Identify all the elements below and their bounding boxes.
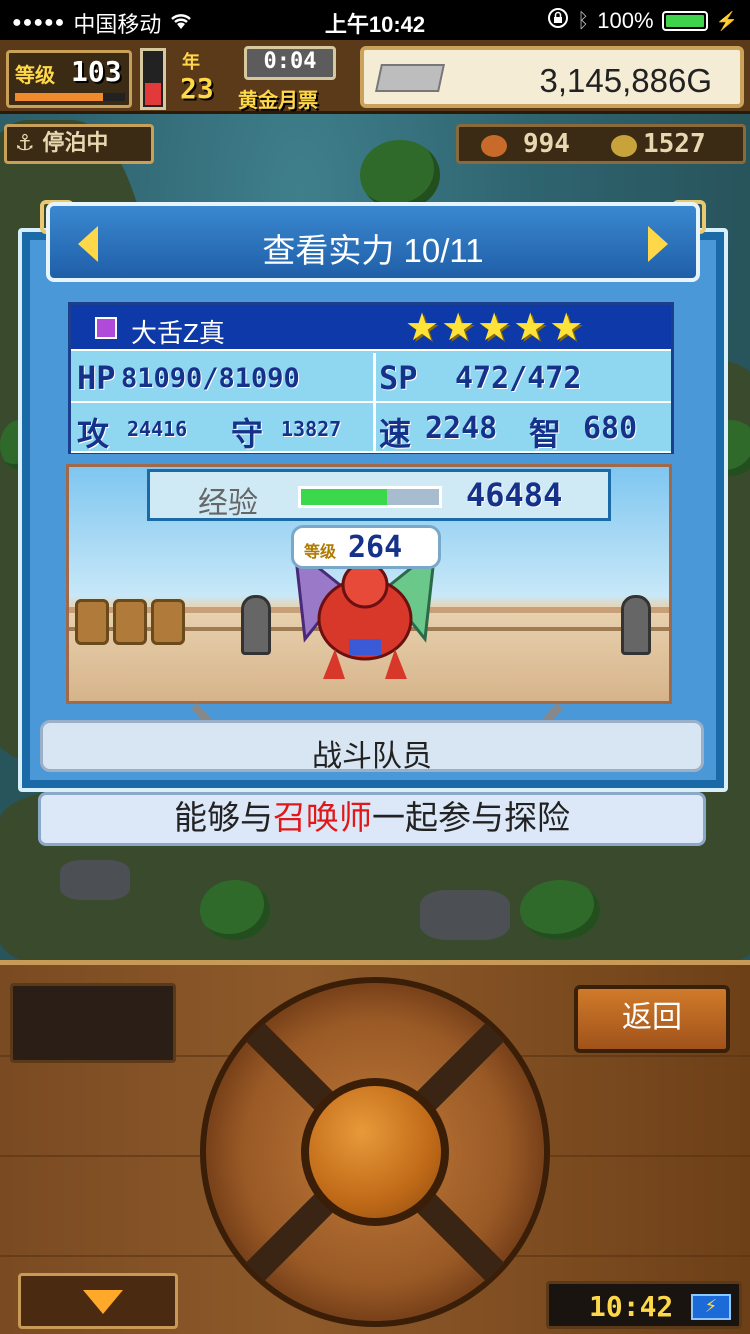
year-label: 年 xyxy=(182,52,200,73)
down-arrow-icon xyxy=(83,1290,123,1314)
game-clock: 0:04 xyxy=(244,46,336,80)
name-row: 大舌Z真 ★★★★★ xyxy=(71,305,671,351)
hp-label: HP xyxy=(77,359,116,397)
sp-label: SP xyxy=(379,359,418,397)
stats-divider xyxy=(373,353,376,453)
rarity-icon xyxy=(95,317,117,339)
dialog-title: 查看实力 10/11 xyxy=(262,232,484,269)
dpad-center-button[interactable] xyxy=(301,1078,449,1226)
intelligence-label: 智 xyxy=(529,415,562,453)
rank-stars: ★★★★★ xyxy=(405,305,586,349)
role-label: 战斗队员 xyxy=(312,740,432,773)
status-bar: ●●●●● 中国移动 上午10:42 ᛒ 100% ⚡ xyxy=(0,0,750,40)
year-box: 年 23 xyxy=(174,46,236,108)
monster-name: 大舌Z真 xyxy=(131,318,225,348)
attr-row: 攻 24416 守 13827 速 2248 智 680 xyxy=(71,403,671,453)
battery-icon xyxy=(661,11,708,31)
stats-panel: 大舌Z真 ★★★★★ HP 81090/81090 SP 472/472 攻 2… xyxy=(68,302,674,454)
player-level: 103 xyxy=(71,55,122,88)
description-highlight: 召唤师 xyxy=(273,799,372,836)
battery-percent: 100% xyxy=(597,8,654,33)
mini-clock-time: 10:42 xyxy=(589,1290,674,1323)
exp-value: 46484 xyxy=(466,476,563,514)
description-post: 一起参与探险 xyxy=(372,799,570,836)
year-number: 23 xyxy=(180,72,214,105)
attack-label: 攻 xyxy=(77,415,110,453)
coin-count: 1527 xyxy=(643,129,706,159)
monster-level-bubble: 等级 264 xyxy=(291,525,441,569)
food-icon xyxy=(481,135,507,157)
monster-scene: 经验 46484 等级 264 xyxy=(66,464,672,704)
controller-panel: 返回 10:42 ⚡ xyxy=(0,960,750,1334)
defense-value: 13827 xyxy=(281,417,342,441)
attack-value: 24416 xyxy=(127,417,188,441)
monster-level: 264 xyxy=(348,530,403,565)
monster-level-label: 等级 xyxy=(304,542,337,561)
gold-amount: 3,145,886G xyxy=(539,62,712,99)
stamina-gauge xyxy=(140,48,166,110)
status-dialog: 查看实力 10/11 大舌Z真 ★★★★★ HP 81090/81090 SP … xyxy=(18,200,728,792)
charging-icon: ⚡ xyxy=(715,10,738,31)
empty-slot xyxy=(10,983,176,1063)
game-hud: 等级 103 年 23 0:04 黄金月票 3,145,886G ⚓ 停泊中 9… xyxy=(0,40,750,168)
season-label: 黄金月票 xyxy=(238,88,318,112)
cannon-icon xyxy=(621,595,651,655)
exp-bar xyxy=(298,486,442,508)
battery-icon: ⚡ xyxy=(691,1294,731,1320)
sp-value: 472/472 xyxy=(455,361,582,396)
bluetooth-icon: ᛒ xyxy=(577,9,590,32)
dpad[interactable] xyxy=(200,977,550,1327)
speed-value: 2248 xyxy=(425,411,498,446)
next-arrow-icon[interactable] xyxy=(648,226,668,262)
resource-box: 994 1527 xyxy=(456,124,746,164)
description-pre: 能够与 xyxy=(174,799,273,836)
exp-label: 经验 xyxy=(198,487,258,520)
food-count: 994 xyxy=(523,129,570,159)
hp-sp-row: HP 81090/81090 SP 472/472 xyxy=(71,353,671,403)
docked-status[interactable]: ⚓ 停泊中 xyxy=(4,124,154,164)
back-button[interactable]: 返回 xyxy=(574,985,730,1053)
hp-value: 81090/81090 xyxy=(121,363,300,394)
mini-clock: 10:42 ⚡ xyxy=(546,1281,742,1329)
menu-down-button[interactable] xyxy=(18,1273,178,1329)
rotation-lock-icon xyxy=(547,7,569,35)
coin-icon xyxy=(611,135,637,157)
dialog-title-bar: 查看实力 10/11 xyxy=(46,202,700,282)
description-bar: 能够与召唤师一起参与探险 xyxy=(38,792,706,846)
player-level-box: 等级 103 xyxy=(6,50,132,108)
level-label: 等级 xyxy=(15,63,55,87)
speed-label: 速 xyxy=(379,415,412,453)
intelligence-value: 680 xyxy=(583,411,638,446)
docked-label: 停泊中 xyxy=(42,131,109,156)
anchor-icon: ⚓ xyxy=(15,131,35,156)
player-exp-bar xyxy=(15,93,125,101)
role-bar: 战斗队员 xyxy=(40,720,704,773)
defense-label: 守 xyxy=(231,415,264,453)
silver-bar-icon xyxy=(375,64,445,92)
barrel-icon xyxy=(151,599,185,645)
exp-panel: 经验 46484 xyxy=(147,469,611,521)
gold-display: 3,145,886G xyxy=(360,46,744,108)
barrel-icon xyxy=(75,599,109,645)
barrel-icon xyxy=(113,599,147,645)
